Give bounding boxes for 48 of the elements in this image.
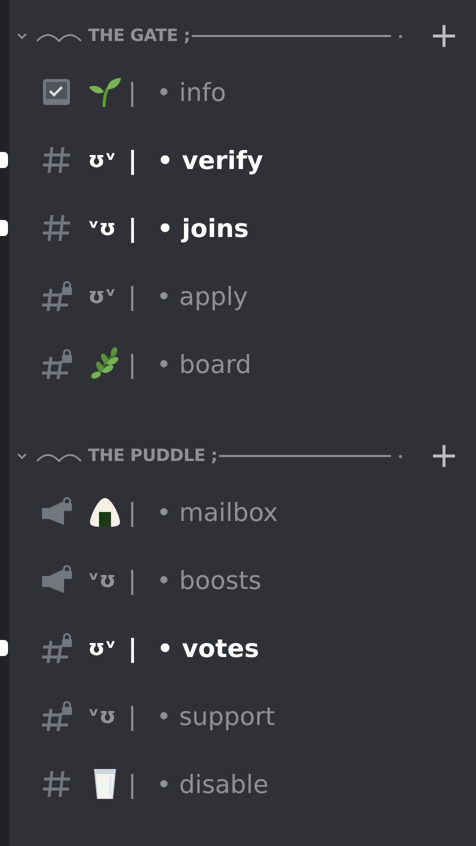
channel-item[interactable]: ʊᵛ | • apply [9, 262, 476, 330]
channel-name: • boosts [156, 566, 262, 594]
locked-hashtag-icon [40, 699, 74, 733]
channel-item[interactable]: ᵛʊ | • joins [9, 194, 476, 262]
plus-icon[interactable] [432, 24, 456, 48]
channel-item[interactable]: ᵛʊ | • support [9, 682, 476, 750]
plus-icon[interactable] [432, 444, 456, 468]
channel-name: • support [156, 702, 276, 730]
separator-text: | [128, 350, 136, 378]
channel-item[interactable]: | • mailbox [9, 478, 476, 546]
channel-item[interactable]: | • disable [9, 750, 476, 818]
channel-item[interactable]: | • board [9, 330, 476, 398]
separator-text: | [128, 78, 136, 106]
decoration-text: ʊᵛ [88, 636, 118, 660]
unread-pip [0, 152, 8, 168]
separator-text: | [128, 702, 136, 730]
separator-text: | [128, 566, 136, 594]
category-title[interactable]: THE GATE ; [88, 26, 190, 46]
decoration-text: ᵛʊ [88, 704, 118, 728]
separator-text: | [128, 282, 136, 310]
channel-item[interactable]: ᵛʊ | • boosts [9, 546, 476, 614]
separator-text: | [128, 214, 138, 242]
channel-name: • apply [156, 282, 248, 310]
channel-name: • info [156, 78, 226, 106]
decoration-text: ᵛʊ [88, 216, 118, 240]
channel-name: • board [156, 350, 252, 378]
channel-name: • mailbox [156, 498, 278, 526]
channel-item[interactable]: ʊᵛ | • verify [9, 126, 476, 194]
channel-name: • verify [157, 146, 264, 174]
decoration-text: ʊᵛ [88, 284, 118, 308]
unread-pip [0, 220, 8, 236]
decoration-text: ᵛʊ [88, 568, 118, 592]
separator-text: | [128, 770, 136, 798]
locked-hashtag-icon [40, 279, 74, 313]
channel-item[interactable]: ʊᵛ | • votes [9, 614, 476, 682]
separator-text: | [128, 634, 138, 662]
unread-pip [0, 640, 8, 656]
locked-hashtag-icon [40, 631, 74, 665]
sprout-icon [88, 75, 122, 109]
channel-item[interactable]: | • info [9, 58, 476, 126]
channel-name: • disable [156, 770, 268, 798]
locked-hashtag-icon [40, 347, 74, 381]
separator-text: | [128, 146, 138, 174]
channel-name: • joins [157, 214, 249, 242]
category-title[interactable]: THE PUDDLE ; [88, 446, 218, 466]
channel-name: • votes [157, 634, 260, 662]
separator-text: | [128, 498, 136, 526]
decoration-text: ʊᵛ [88, 148, 118, 172]
